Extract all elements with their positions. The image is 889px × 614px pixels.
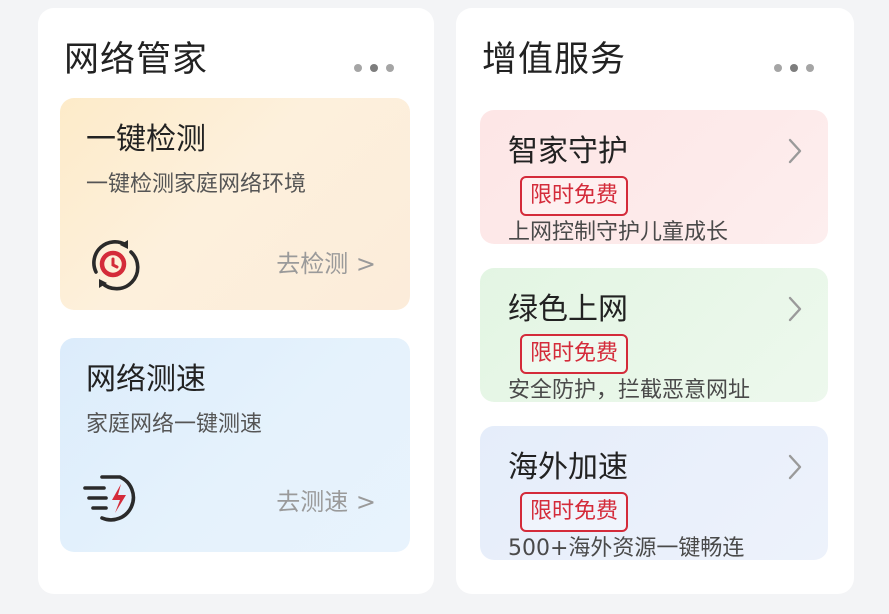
value-added-panel: 增值服务 智家守护 限时免费 上网控制守护儿童成长 绿色上网 限时免费 安全防护…: [456, 8, 854, 594]
limited-free-badge: 限时免费: [520, 334, 629, 374]
network-manager-panel: 网络管家 一键检测 一键检测家庭网络环境 去检测 > 网络测速 家庭网络一键测速: [38, 8, 434, 594]
card-subtitle: 家庭网络一键测速: [86, 412, 263, 437]
go-check-link[interactable]: 去检测 >: [276, 248, 376, 280]
card-subtitle: 一键检测家庭网络环境: [86, 172, 307, 197]
service-description: 安全防护，拦截恶意网址: [508, 378, 751, 403]
speed-lightning-icon: [82, 466, 146, 530]
panel-title: 增值服务: [482, 40, 627, 80]
service-description: 500+海外资源一键畅连: [508, 536, 745, 561]
service-card-smart-home-guard[interactable]: 智家守护 限时免费 上网控制守护儿童成长: [480, 110, 828, 245]
go-speed-test-link[interactable]: 去测速 >: [276, 486, 376, 518]
limited-free-badge: 限时免费: [520, 176, 629, 216]
one-key-check-card[interactable]: 一键检测 一键检测家庭网络环境 去检测 >: [60, 98, 410, 310]
card-title: 一键检测: [86, 122, 206, 157]
more-dots-icon[interactable]: [774, 62, 814, 74]
chevron-right-icon[interactable]: [784, 452, 806, 482]
service-card-overseas-acceleration[interactable]: 海外加速 限时免费 500+海外资源一键畅连: [480, 426, 828, 561]
service-title: 绿色上网: [508, 292, 628, 327]
service-title: 智家守护: [508, 134, 628, 169]
service-description: 上网控制守护儿童成长: [508, 220, 729, 245]
speed-test-card[interactable]: 网络测速 家庭网络一键测速 去测速 >: [60, 338, 410, 552]
detect-cycle-icon: [82, 232, 146, 296]
more-dots-icon[interactable]: [354, 62, 394, 74]
panel-title: 网络管家: [64, 40, 209, 80]
chevron-right-icon[interactable]: [784, 136, 806, 166]
limited-free-badge: 限时免费: [520, 492, 629, 532]
service-title: 海外加速: [508, 450, 628, 485]
chevron-right-icon[interactable]: [784, 294, 806, 324]
card-title: 网络测速: [86, 362, 206, 397]
service-card-green-internet[interactable]: 绿色上网 限时免费 安全防护，拦截恶意网址: [480, 268, 828, 403]
